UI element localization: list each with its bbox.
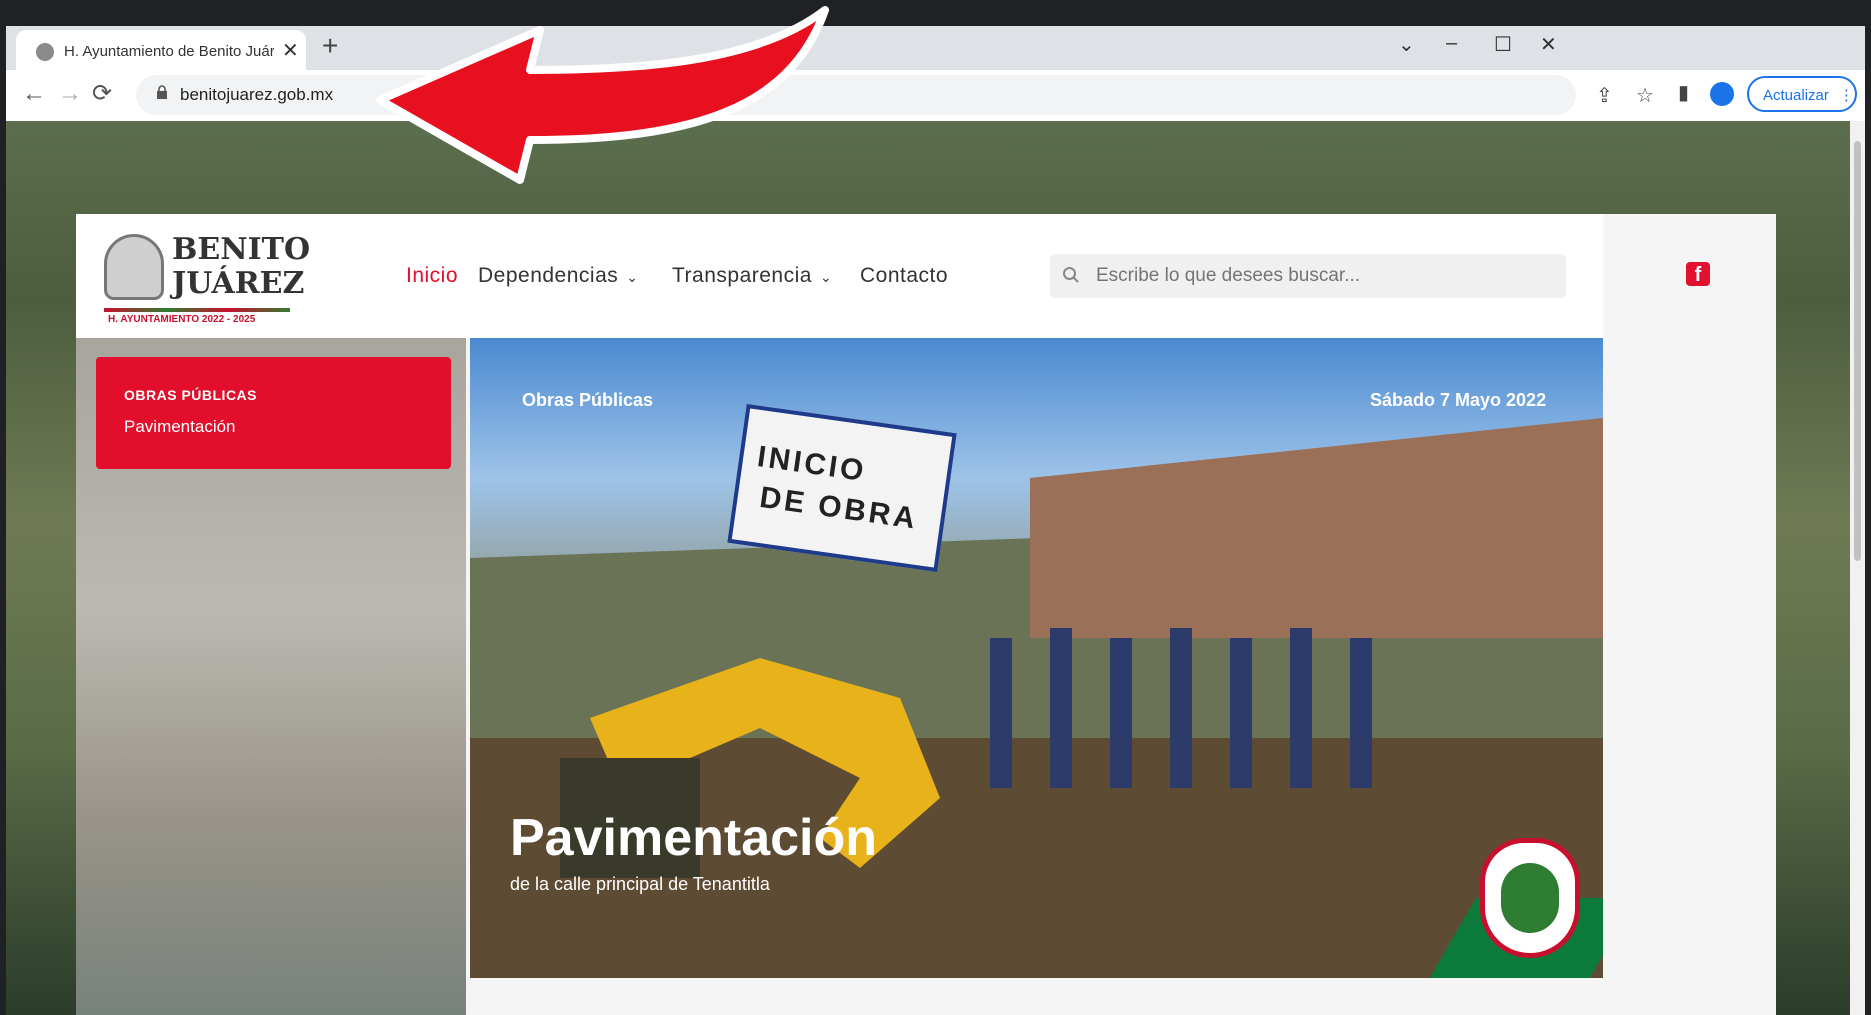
hero-title[interactable]: Pavimentación (510, 808, 877, 868)
maximize-button[interactable]: ☐ (1494, 32, 1512, 57)
featured-post-card[interactable]: OBRAS PÚBLICAS Pavimentación (96, 357, 451, 469)
lock-icon (157, 85, 167, 99)
sidepanel-icon[interactable]: ▮ (1678, 80, 1689, 105)
star-icon[interactable]: ☆ (1636, 83, 1654, 108)
seal-center (1501, 863, 1559, 933)
logo-subtitle: H. AYUNTAMIENTO 2022 - 2025 (108, 314, 256, 325)
scrollbar-thumb[interactable] (1854, 141, 1861, 561)
sign-text-line2: DE OBRA (757, 480, 921, 536)
site-container: BENITO JUÁREZ H. AYUNTAMIENTO 2022 - 202… (76, 214, 1776, 1015)
tab-title: H. Ayuntamiento de Benito Juárez (64, 43, 274, 60)
forward-icon[interactable]: → (58, 80, 82, 108)
tab-search-icon[interactable]: ⌄ (1398, 32, 1415, 57)
municipal-seal-icon (1480, 838, 1580, 958)
logo-line2: JUÁREZ (172, 266, 305, 301)
construction-sign: INICIO DE OBRA (727, 403, 957, 573)
card-title[interactable]: Pavimentación (124, 417, 236, 437)
browser-chrome: H. Ayuntamiento de Benito Juárez ✕ + ⌄ –… (6, 26, 1865, 121)
hero-banner[interactable]: INICIO DE OBRA Obras Públicas Sábado 7 M… (470, 338, 1603, 978)
nav-inicio[interactable]: Inicio (406, 264, 458, 288)
back-icon[interactable]: ← (22, 80, 46, 108)
nav-transparencia[interactable]: Transparencia ⌄ (672, 264, 832, 288)
update-label: Actualizar (1763, 87, 1829, 104)
close-window-button[interactable]: ✕ (1540, 32, 1557, 57)
logo-line1: BENITO (172, 232, 311, 267)
address-bar[interactable]: benitojuarez.gob.mx ⇪ ☆ (136, 75, 1654, 115)
browser-tab[interactable]: H. Ayuntamiento de Benito Juárez ✕ (16, 30, 306, 72)
facebook-icon[interactable]: f (1686, 262, 1710, 286)
nav-contacto[interactable]: Contacto (860, 264, 948, 288)
chevron-down-icon: ⌄ (626, 269, 639, 285)
card-category: OBRAS PÚBLICAS (124, 387, 258, 403)
site-header: BENITO JUÁREZ H. AYUNTAMIENTO 2022 - 202… (76, 214, 1603, 338)
hero-date: Sábado 7 Mayo 2022 (1370, 390, 1547, 410)
reload-icon[interactable]: ⟳ (92, 80, 112, 108)
search-input[interactable] (1096, 254, 1556, 298)
update-button[interactable]: Actualizar ⋮ (1747, 76, 1857, 112)
page-scrollbar[interactable] (1850, 121, 1865, 1015)
page-viewport: BENITO JUÁREZ H. AYUNTAMIENTO 2022 - 202… (6, 121, 1850, 1015)
nav-dependencias-label: Dependencias (478, 264, 619, 287)
share-icon[interactable]: ⇪ (1596, 83, 1613, 108)
browser-toolbar: ← → ⟳ benitojuarez.gob.mx ⇪ ☆ ▮ Actualiz… (6, 70, 1865, 121)
site-search (1050, 254, 1566, 298)
profile-icon[interactable] (1710, 82, 1734, 106)
nav-transparencia-label: Transparencia (672, 264, 812, 287)
hero-category[interactable]: Obras Públicas (522, 390, 653, 411)
favicon-icon (36, 43, 54, 61)
nav-dependencias[interactable]: Dependencias ⌄ (478, 264, 639, 288)
window-frame (0, 0, 1871, 26)
minimize-button[interactable]: – (1446, 32, 1457, 55)
annotation-arrow-icon (376, 6, 829, 184)
logo-band (104, 308, 290, 312)
chevron-down-icon: ⌄ (819, 269, 833, 285)
tab-close-icon[interactable]: ✕ (282, 38, 299, 63)
hero-subtitle: de la calle principal de Tenantitla (510, 874, 770, 894)
site-logo[interactable]: BENITO JUÁREZ H. AYUNTAMIENTO 2022 - 202… (104, 230, 310, 326)
new-tab-button[interactable]: + (322, 32, 338, 60)
search-icon (1063, 267, 1079, 283)
logo-portrait-icon (104, 234, 164, 300)
url-text: benitojuarez.gob.mx (180, 85, 334, 104)
